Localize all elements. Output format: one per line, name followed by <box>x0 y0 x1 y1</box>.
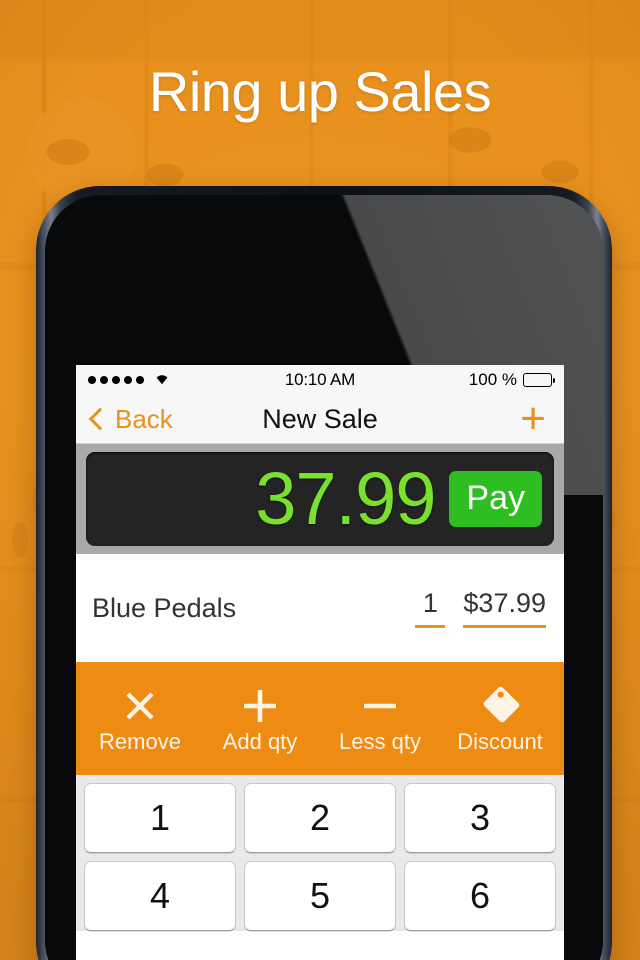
remove-button-label: Remove <box>99 728 181 754</box>
item-action-bar: Remove Add qty Less qty Discount <box>76 662 564 775</box>
numeric-keypad: 1 2 3 4 5 6 <box>76 775 564 931</box>
line-item-qty[interactable]: 1 <box>415 588 446 628</box>
key-6[interactable]: 6 <box>404 861 556 931</box>
back-button[interactable]: Back <box>88 403 173 435</box>
key-5[interactable]: 5 <box>244 861 396 931</box>
status-bar: 10:10 AM 100 % <box>76 365 564 395</box>
keypad-row: 4 5 6 <box>84 861 556 931</box>
line-item-list: Blue Pedals 1 $37.99 <box>76 554 564 662</box>
total-display-panel: 37.99 Pay <box>86 452 554 546</box>
total-display-frame: 37.99 Pay <box>76 444 564 554</box>
table-row[interactable]: Blue Pedals 1 $37.99 <box>76 554 564 662</box>
close-x-icon <box>80 684 200 728</box>
add-qty-button[interactable]: Add qty <box>200 684 320 754</box>
total-amount: 37.99 <box>255 457 436 540</box>
plus-icon <box>200 684 320 728</box>
line-item-name: Blue Pedals <box>92 592 237 623</box>
key-3[interactable]: 3 <box>404 783 556 853</box>
key-2[interactable]: 2 <box>244 783 396 853</box>
chevron-left-icon <box>88 407 112 431</box>
battery-icon <box>523 373 555 387</box>
price-tag-icon <box>440 684 560 728</box>
app-screen: 10:10 AM 100 % Back New Sale + 37.99 Pay <box>76 365 564 960</box>
add-item-button[interactable]: + <box>520 397 550 441</box>
discount-button[interactable]: Discount <box>440 684 560 754</box>
screenshot-root: Ring up Sales 10:10 AM 100 % Back New Sa… <box>0 0 640 960</box>
discount-button-label: Discount <box>457 728 543 754</box>
back-button-label: Back <box>115 403 173 434</box>
less-qty-button[interactable]: Less qty <box>320 684 440 754</box>
battery-percent-label: 100 % <box>468 370 517 389</box>
add-qty-button-label: Add qty <box>222 728 298 754</box>
pay-button[interactable]: Pay <box>449 471 542 527</box>
key-4[interactable]: 4 <box>84 861 236 931</box>
navigation-bar: Back New Sale + <box>76 395 564 444</box>
page-title: Ring up Sales <box>148 60 492 123</box>
line-item-price[interactable]: $37.99 <box>463 588 546 628</box>
plus-icon: + <box>520 394 546 443</box>
keypad-row: 1 2 3 <box>84 783 556 853</box>
key-1[interactable]: 1 <box>84 783 236 853</box>
minus-icon <box>320 684 440 728</box>
less-qty-button-label: Less qty <box>339 728 421 754</box>
status-bar-right: 100 % <box>468 370 555 390</box>
remove-button[interactable]: Remove <box>80 684 200 754</box>
